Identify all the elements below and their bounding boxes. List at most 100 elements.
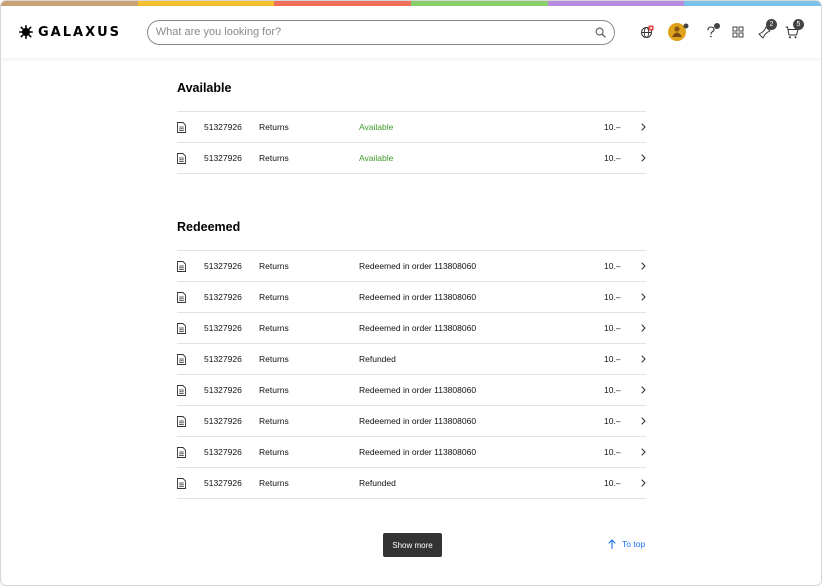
voucher-status: Refunded xyxy=(359,354,396,364)
voucher-status: Redeemed in order 113808060 xyxy=(359,261,477,271)
voucher-amount: 10.– xyxy=(604,292,621,302)
available-list: 51327926 Returns Available 10.– 51327926 Retu… xyxy=(177,111,646,174)
voucher-status: Redeemed in order 113808060 xyxy=(359,416,477,426)
watchlist-button[interactable]: 2 xyxy=(751,18,778,46)
search-bar[interactable] xyxy=(146,19,615,45)
voucher-status: Redeemed in order 113808060 xyxy=(359,385,477,395)
voucher-amount: 10.– xyxy=(604,323,621,333)
voucher-amount: 10.– xyxy=(604,478,621,488)
voucher-row[interactable]: 51327926 Returns Refunded 10.– xyxy=(177,468,646,499)
to-top-link[interactable]: To top xyxy=(608,539,645,549)
help-button[interactable] xyxy=(697,19,724,46)
document-icon xyxy=(177,415,204,427)
voucher-status: Refunded xyxy=(359,478,396,488)
voucher-type: Returns xyxy=(259,261,289,271)
voucher-number: 51327926 xyxy=(204,447,242,457)
voucher-type: Returns xyxy=(259,478,289,488)
voucher-number: 51327926 xyxy=(204,323,242,333)
chevron-right-icon xyxy=(636,293,646,301)
voucher-amount: 10.– xyxy=(604,447,621,457)
language-button[interactable] xyxy=(633,19,660,46)
search-input[interactable] xyxy=(155,26,595,38)
app-window: GALAXUS What are you looking for? 2 5 Av… xyxy=(0,0,822,586)
document-icon xyxy=(177,353,204,365)
voucher-row[interactable]: 51327926 Returns Available 10.– xyxy=(177,112,646,143)
logo[interactable]: GALAXUS xyxy=(19,25,147,40)
chevron-right-icon xyxy=(636,262,646,270)
voucher-amount: 10.– xyxy=(604,153,621,163)
voucher-number: 51327926 xyxy=(204,292,242,302)
voucher-status: Available xyxy=(359,153,394,163)
voucher-number: 51327926 xyxy=(204,385,242,395)
chevron-right-icon xyxy=(636,154,646,162)
document-icon xyxy=(177,446,204,458)
redeemed-list: 51327926 Returns Redeemed in order 1138080… xyxy=(177,250,646,499)
show-more-button[interactable]: Show more xyxy=(383,533,442,557)
voucher-amount: 10.– xyxy=(604,385,621,395)
voucher-row[interactable]: 51327926 Returns Redeemed in order 1138080… xyxy=(177,251,646,282)
chevron-right-icon xyxy=(636,355,646,363)
chevron-right-icon xyxy=(636,417,646,425)
to-top-label: To top xyxy=(622,539,646,549)
compare-icon xyxy=(732,26,743,38)
voucher-number: 51327926 xyxy=(204,261,242,271)
chevron-right-icon xyxy=(636,123,646,131)
voucher-row[interactable]: 51327926 Returns Available 10.– xyxy=(177,143,646,174)
voucher-row[interactable]: 51327926 Returns Redeemed in order 1138080… xyxy=(177,375,646,406)
voucher-number: 51327926 xyxy=(204,153,242,163)
voucher-amount: 10.– xyxy=(604,122,621,132)
cart-button[interactable]: 5 xyxy=(778,18,805,46)
voucher-type: Returns xyxy=(259,122,289,132)
voucher-status: Redeemed in order 113808060 xyxy=(359,292,477,302)
document-icon xyxy=(177,322,204,334)
header-actions: 2 5 xyxy=(615,18,805,46)
document-icon xyxy=(177,477,204,489)
voucher-row[interactable]: 51327926 Returns Redeemed in order 1138080… xyxy=(177,406,646,437)
voucher-type: Returns xyxy=(259,323,289,333)
voucher-amount: 10.– xyxy=(604,261,621,271)
language-icon xyxy=(640,25,653,38)
chevron-right-icon xyxy=(636,479,646,487)
top-navigation: GALAXUS What are you looking for? 2 5 xyxy=(1,6,821,58)
voucher-number: 51327926 xyxy=(204,354,242,364)
cart-count-badge: 5 xyxy=(793,18,804,30)
voucher-row[interactable]: 51327926 Returns Redeemed in order 1138080… xyxy=(177,282,646,313)
voucher-type: Returns xyxy=(259,153,289,163)
watchlist-count-badge: 2 xyxy=(766,18,777,30)
voucher-type: Returns xyxy=(259,447,289,457)
arrow-up-icon xyxy=(608,539,616,549)
document-icon xyxy=(177,121,204,133)
logo-icon xyxy=(19,25,33,39)
document-icon xyxy=(177,384,204,396)
voucher-row[interactable]: 51327926 Returns Refunded 10.– xyxy=(177,344,646,375)
voucher-row[interactable]: 51327926 Returns Redeemed in order 1138080… xyxy=(177,313,646,344)
compare-button[interactable] xyxy=(724,19,751,46)
voucher-number: 51327926 xyxy=(204,122,242,132)
document-icon xyxy=(177,291,204,303)
search-icon[interactable] xyxy=(595,27,606,38)
voucher-amount: 10.– xyxy=(604,416,621,426)
document-icon xyxy=(177,260,204,272)
voucher-type: Returns xyxy=(259,385,289,395)
voucher-type: Returns xyxy=(259,354,289,364)
voucher-row[interactable]: 51327926 Returns Redeemed in order 1138080… xyxy=(177,437,646,468)
chevron-right-icon xyxy=(636,386,646,394)
voucher-status: Available xyxy=(359,122,394,132)
chevron-right-icon xyxy=(636,448,646,456)
voucher-status: Redeemed in order 113808060 xyxy=(359,447,477,457)
voucher-type: Returns xyxy=(259,416,289,426)
voucher-status: Redeemed in order 113808060 xyxy=(359,323,477,333)
logo-text: GALAXUS xyxy=(38,24,122,40)
document-icon xyxy=(177,152,204,164)
voucher-amount: 10.– xyxy=(604,354,621,364)
help-notification-dot xyxy=(714,22,720,29)
redeemed-section-title: Redeemed xyxy=(177,220,241,234)
vouchers-content: Available 51327926 Returns Available 10.– 51… xyxy=(177,59,646,499)
account-button[interactable] xyxy=(664,19,691,46)
voucher-type: Returns xyxy=(259,292,289,302)
voucher-number: 51327926 xyxy=(204,478,242,488)
voucher-number: 51327926 xyxy=(204,416,242,426)
chevron-right-icon xyxy=(636,324,646,332)
available-section-title: Available xyxy=(177,81,232,95)
avatar xyxy=(667,23,688,41)
